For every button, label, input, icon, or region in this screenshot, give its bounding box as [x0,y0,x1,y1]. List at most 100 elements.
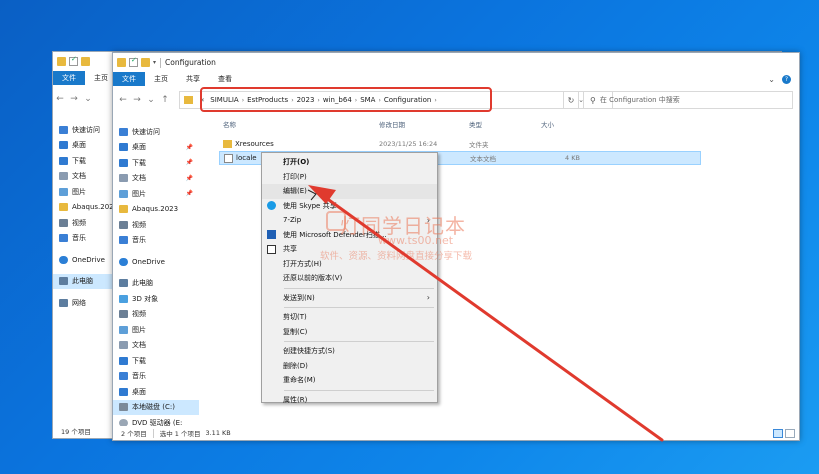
nav-item-this-pc[interactable]: 此电脑 [113,276,199,292]
menu-item-edit[interactable]: 编辑(E) [262,184,437,199]
nav-item-music-pc[interactable]: 音乐 [113,369,199,385]
nav-item-local-disk[interactable]: 本地磁盘 (C:) [113,399,199,415]
menu-item-skype-share[interactable]: 使用 Skype 共享 [262,199,437,214]
menu-label: 共享 [283,245,297,254]
selection-size: 3.11 KB [205,429,231,437]
pin-icon[interactable]: 📌 [186,144,193,151]
nav-item-desktop-pc[interactable]: 桌面 [113,384,199,400]
ribbon-tab-file[interactable]: 文件 [53,71,85,85]
column-header-date[interactable]: 修改日期 [379,119,405,131]
column-header-size[interactable]: 大小 [541,119,554,131]
nav-label: OneDrive [72,255,105,264]
nav-item-3d-objects[interactable]: 3D 对象 [113,291,199,307]
video-icon [119,220,128,229]
ribbon-tab-view[interactable]: 查看 [209,72,241,86]
menu-item-properties[interactable]: 属性(R) [262,393,437,408]
menu-label: 重命名(M) [283,376,316,385]
nav-label: DVD 驱动器 (E: [132,418,183,426]
file-row-xresources[interactable]: Xresources 2023/11/25 16:24 文件夹 [219,137,701,151]
menu-label: 发送到(N) [283,293,315,302]
file-name: Xresources [235,140,274,148]
large-icons-view-icon[interactable] [785,428,795,438]
nav-label: 文档 [72,172,86,181]
menu-item-rename[interactable]: 重命名(M) [262,373,437,388]
nav-item-documents[interactable]: 文档 📌 [113,171,199,187]
file-type: 文本文档 [470,155,496,163]
menu-item-7zip[interactable]: 7-Zip › [262,213,437,228]
ribbon-tab-share[interactable]: 共享 [177,72,209,86]
nav-item-downloads[interactable]: 下载 📌 [113,155,199,171]
selection-count: 选中 1 个项目 [159,430,201,438]
nav-label: 快速访问 [72,125,100,134]
nav-label: 视频 [72,218,86,227]
nav-item-desktop[interactable]: 桌面 📌 [113,140,199,156]
new-folder-icon[interactable] [81,57,90,66]
defender-shield-icon [267,230,276,240]
ribbon-tab-file[interactable]: 文件 [113,72,145,86]
forward-arrow-icon[interactable]: → [130,95,144,105]
nav-item-dvd-drive[interactable]: DVD 驱动器 (E: [113,415,199,426]
column-header-name[interactable]: 名称 [223,119,236,131]
back-arrow-icon[interactable]: ← [116,95,130,105]
recent-locations-icon[interactable]: ⌄ [144,95,158,105]
nav-label: 下载 [72,156,86,165]
details-view-icon[interactable] [773,428,783,438]
ribbon-tab-home[interactable]: 主页 [145,72,177,86]
title-bar[interactable]: ▾ Configuration [113,53,799,72]
nav-item-downloads-pc[interactable]: 下载 [113,353,199,369]
nav-item-abaqus[interactable]: Abaqus.2023 [113,202,199,218]
menu-item-cut[interactable]: 剪切(T) [262,310,437,325]
menu-item-copy[interactable]: 复制(C) [262,325,437,340]
refresh-button[interactable]: ↻ [563,91,579,109]
navigation-pane: 快速访问 桌面 📌 下载 📌 文档 📌 图片 📌 Abaqus.2023 视频 音乐 O… [113,124,199,426]
menu-item-delete[interactable]: 删除(D) [262,359,437,374]
refresh-icon: ↻ [567,95,575,105]
menu-item-print[interactable]: 打印(P) [262,170,437,185]
menu-item-restore-versions[interactable]: 还原以前的版本(V) [262,271,437,286]
new-folder-icon[interactable] [141,58,150,67]
nav-item-pictures-pc[interactable]: 图片 [113,322,199,338]
nav-item-videos[interactable]: 视频 [113,217,199,233]
properties-icon[interactable] [69,57,78,66]
pin-icon[interactable]: 📌 [186,159,193,166]
pin-icon[interactable]: 📌 [186,190,193,197]
music-icon [119,236,128,245]
status-bar: 19 个项目 [53,424,113,438]
nav-label: 此电脑 [72,277,93,286]
nav-label: 桌面 [132,143,146,152]
properties-icon[interactable] [129,58,138,67]
quick-access-dropdown-icon[interactable]: ▾ [153,59,156,66]
nav-label: 音乐 [132,372,146,381]
menu-item-send-to[interactable]: 发送到(N) › [262,291,437,306]
address-highlight-box [200,87,492,112]
chevron-down-icon[interactable]: ⌄ [81,94,95,104]
nav-item-videos-pc[interactable]: 视频 [113,307,199,323]
nav-item-pictures[interactable]: 图片 📌 [113,186,199,202]
picture-icon [59,187,68,196]
menu-item-defender-scan[interactable]: 使用 Microsoft Defender扫描... [262,228,437,243]
menu-item-share[interactable]: 共享 [262,242,437,257]
help-icon[interactable]: ? [782,74,791,84]
nav-item-quick-access[interactable]: 快速访问 [113,124,199,140]
nav-label: 此电脑 [132,279,153,288]
nav-item-music[interactable]: 音乐 [113,233,199,249]
menu-item-open-with[interactable]: 打开方式(H) [262,257,437,272]
status-bar: 2 个项目 选中 1 个项目 3.11 KB [113,426,799,440]
search-input[interactable]: ⚲ 在 Configuration 中搜索 [583,91,793,109]
menu-label: 编辑(E) [283,187,307,196]
column-header-type[interactable]: 类型 [469,119,482,131]
up-arrow-icon[interactable]: ↑ [158,95,172,105]
expand-ribbon-icon[interactable]: ⌄ [768,75,775,84]
folder-icon [119,205,128,214]
forward-arrow-icon[interactable]: → [67,94,81,104]
skype-icon [267,201,276,211]
pin-icon[interactable]: 📌 [186,175,193,182]
menu-item-open[interactable]: 打开(O) [262,155,437,170]
nav-item-documents-pc[interactable]: 文档 [113,338,199,354]
share-icon [267,244,276,254]
computer-icon [59,277,68,286]
nav-item-onedrive[interactable]: OneDrive [113,254,199,270]
picture-icon [119,325,128,334]
menu-item-create-shortcut[interactable]: 创建快捷方式(S) [262,344,437,359]
back-arrow-icon[interactable]: ← [53,94,67,104]
